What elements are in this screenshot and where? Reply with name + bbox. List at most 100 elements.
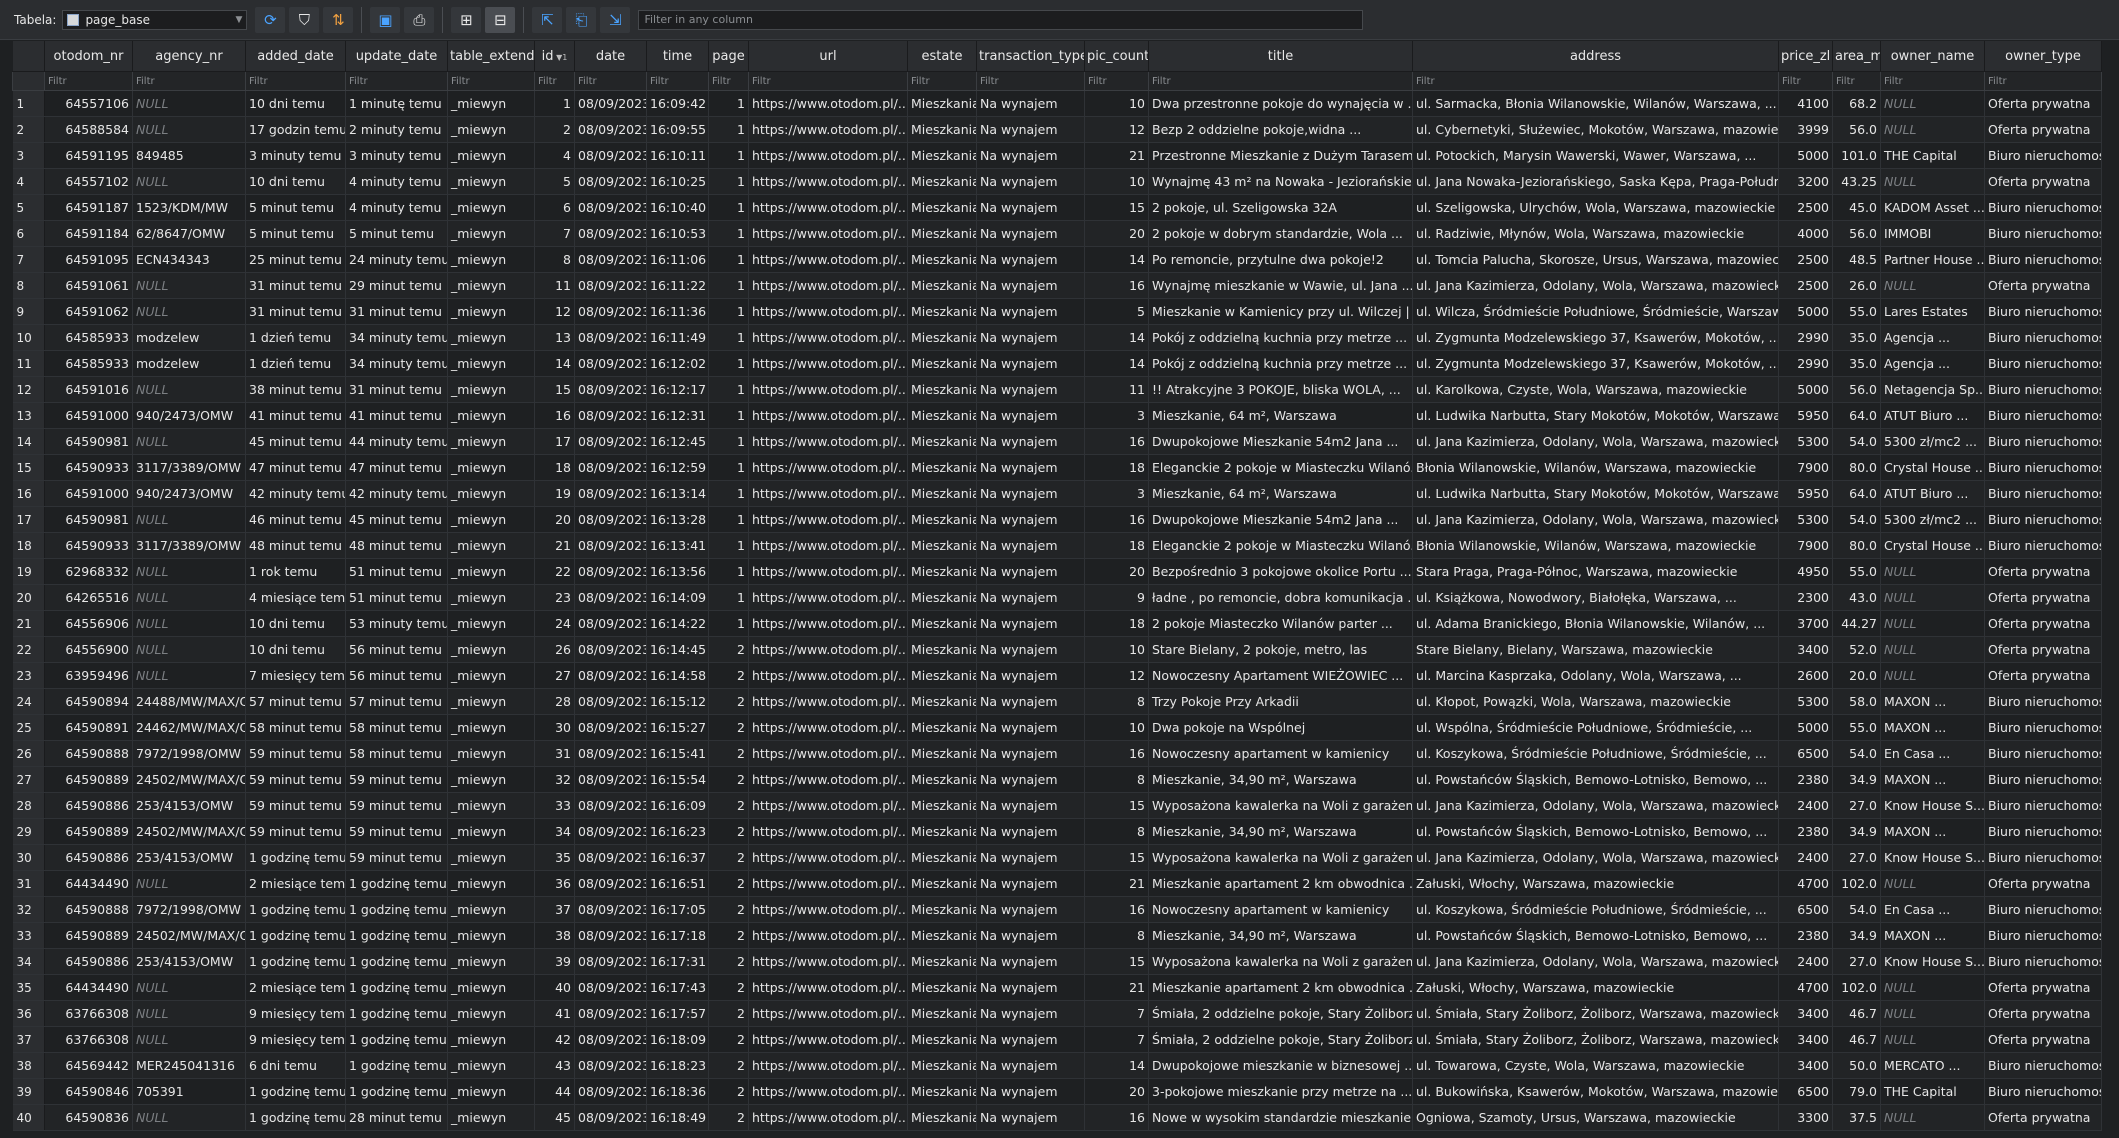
cell-otodom_nr[interactable]: 62968332 <box>44 558 133 585</box>
column-header-address[interactable]: address <box>1412 41 1779 72</box>
cell-transaction_type[interactable]: Na wynajem <box>976 584 1085 611</box>
cell-transaction_type[interactable]: Na wynajem <box>976 662 1085 689</box>
cell-address[interactable]: Ogniowa, Szamoty, Ursus, Warszawa, mazow… <box>1412 1104 1779 1131</box>
delete-record-icon[interactable]: ⊟ <box>485 6 516 33</box>
cell-title[interactable]: !! Atrakcyjne 3 POKOJE, bliska WOLA, ... <box>1148 376 1413 403</box>
cell-page[interactable]: 1 <box>708 376 749 403</box>
cell-estate[interactable]: Mieszkania <box>907 766 977 793</box>
cell-added_date[interactable]: 57 minut temu <box>245 688 346 715</box>
cell-id[interactable]: 15 <box>534 376 575 403</box>
cell-estate[interactable]: Mieszkania <box>907 324 977 351</box>
cell-pic_count[interactable]: 3 <box>1084 402 1149 429</box>
cell-date[interactable]: 08/09/2023 <box>574 870 647 897</box>
cell-page[interactable]: 2 <box>708 974 749 1001</box>
cell-price_zl[interactable]: 5000 <box>1778 376 1833 403</box>
cell-address[interactable]: ul. Koszykowa, Śródmieście Południowe, Ś… <box>1412 896 1779 923</box>
cell-owner_type[interactable]: Biuro nieruchomości <box>1984 740 2102 767</box>
column-header-time[interactable]: time <box>646 41 709 72</box>
cell-page[interactable]: 1 <box>708 194 749 221</box>
cell-table_extend[interactable]: _miewyn <box>447 428 535 455</box>
clear-sort-icon[interactable]: ⇅ <box>323 6 354 33</box>
cell-owner_type[interactable]: Oferta prywatna <box>1984 168 2102 195</box>
cell-price_zl[interactable]: 6500 <box>1778 1078 1833 1105</box>
cell-otodom_nr[interactable]: 63766308 <box>44 1026 133 1053</box>
cell-area_m2[interactable]: 56.0 <box>1832 116 1881 143</box>
cell-id[interactable]: 31 <box>534 740 575 767</box>
cell-added_date[interactable]: 5 minut temu <box>245 220 346 247</box>
cell-time[interactable]: 16:12:59 <box>646 454 709 481</box>
cell-pic_count[interactable]: 14 <box>1084 246 1149 273</box>
cell-transaction_type[interactable]: Na wynajem <box>976 1026 1085 1053</box>
cell-id[interactable]: 5 <box>534 168 575 195</box>
cell-agency_nr[interactable]: 940/2473/OMW <box>132 402 246 429</box>
cell-estate[interactable]: Mieszkania <box>907 220 977 247</box>
cell-owner_name[interactable]: NULL <box>1880 584 1985 611</box>
cell-update_date[interactable]: 1 godzinę temu <box>345 1026 448 1053</box>
cell-price_zl[interactable]: 2500 <box>1778 272 1833 299</box>
table-row[interactable]: 12 64591016 NULL 38 minut temu 31 minut temu… <box>12 376 2102 403</box>
cell-date[interactable]: 08/09/2023 <box>574 818 647 845</box>
cell-owner_type[interactable]: Biuro nieruchomości <box>1984 402 2102 429</box>
goto-first-icon[interactable]: ⇱ <box>532 6 563 33</box>
cell-area_m2[interactable]: 54.0 <box>1832 428 1881 455</box>
cell-estate[interactable]: Mieszkania <box>907 168 977 195</box>
cell-transaction_type[interactable]: Na wynajem <box>976 688 1085 715</box>
table-row[interactable]: 33 64590889 24502/MW/MAX/O 1 godzinę temu 1 … <box>12 922 2102 949</box>
cell-otodom_nr[interactable]: 64591016 <box>44 376 133 403</box>
cell-owner_type[interactable]: Oferta prywatna <box>1984 610 2102 637</box>
cell-page[interactable]: 1 <box>708 142 749 169</box>
cell-agency_nr[interactable]: NULL <box>132 636 246 663</box>
cell-area_m2[interactable]: 102.0 <box>1832 870 1881 897</box>
cell-area_m2[interactable]: 54.0 <box>1832 740 1881 767</box>
cell-title[interactable]: Wynajmę 43 m² na Nowaka - Jeziorańskiego <box>1148 168 1413 195</box>
cell-agency_nr[interactable]: 7972/1998/OMW <box>132 740 246 767</box>
cell-price_zl[interactable]: 2400 <box>1778 844 1833 871</box>
cell-address[interactable]: ul. Potockich, Marysin Wawerski, Wawer, … <box>1412 142 1779 169</box>
cell-table_extend[interactable]: _miewyn <box>447 948 535 975</box>
cell-update_date[interactable]: 1 godzinę temu <box>345 1078 448 1105</box>
cell-title[interactable]: Przestronne Mieszkanie z Dużym Tarasem <box>1148 142 1413 169</box>
cell-area_m2[interactable]: 68.2 <box>1832 90 1881 117</box>
cell-update_date[interactable]: 41 minut temu <box>345 402 448 429</box>
cell-estate[interactable]: Mieszkania <box>907 272 977 299</box>
cell-otodom_nr[interactable]: 64585933 <box>44 350 133 377</box>
filter-input-area_m2[interactable]: Filtr <box>1832 71 1881 91</box>
column-header-update_date[interactable]: update_date <box>345 41 448 72</box>
cell-otodom_nr[interactable]: 63959496 <box>44 662 133 689</box>
cell-address[interactable]: ul. Radziwie, Młynów, Wola, Warszawa, ma… <box>1412 220 1779 247</box>
cell-agency_nr[interactable]: 253/4153/OMW <box>132 948 246 975</box>
cell-owner_name[interactable]: Agencja ... <box>1880 350 1985 377</box>
row-number[interactable]: 39 <box>12 1078 45 1105</box>
filter-input-time[interactable]: Filtr <box>646 71 709 91</box>
cell-title[interactable]: Nowoczesny apartament w kamienicy <box>1148 896 1413 923</box>
cell-update_date[interactable]: 34 minuty temu <box>345 324 448 351</box>
cell-url[interactable]: https://www.otodom.pl/... <box>748 740 908 767</box>
table-row[interactable]: 26 64590888 7972/1998/OMW 59 minut temu 58 m… <box>12 740 2102 767</box>
cell-update_date[interactable]: 58 minut temu <box>345 740 448 767</box>
cell-owner_type[interactable]: Biuro nieruchomości <box>1984 506 2102 533</box>
save-icon[interactable]: ▣ <box>370 6 401 33</box>
cell-transaction_type[interactable]: Na wynajem <box>976 766 1085 793</box>
filter-input-title[interactable]: Filtr <box>1148 71 1413 91</box>
table-select[interactable]: page_base ▼ <box>62 9 248 30</box>
cell-id[interactable]: 13 <box>534 324 575 351</box>
cell-table_extend[interactable]: _miewyn <box>447 324 535 351</box>
column-header-added_date[interactable]: added_date <box>245 41 346 72</box>
cell-url[interactable]: https://www.otodom.pl/... <box>748 610 908 637</box>
cell-table_extend[interactable]: _miewyn <box>447 844 535 871</box>
cell-owner_type[interactable]: Oferta prywatna <box>1984 558 2102 585</box>
cell-page[interactable]: 1 <box>708 584 749 611</box>
cell-pic_count[interactable]: 8 <box>1084 818 1149 845</box>
row-number[interactable]: 22 <box>12 636 45 663</box>
cell-date[interactable]: 08/09/2023 <box>574 220 647 247</box>
cell-agency_nr[interactable]: NULL <box>132 90 246 117</box>
cell-area_m2[interactable]: 35.0 <box>1832 350 1881 377</box>
filter-input-agency_nr[interactable]: Filtr <box>132 71 246 91</box>
cell-time[interactable]: 16:10:53 <box>646 220 709 247</box>
cell-update_date[interactable]: 47 minut temu <box>345 454 448 481</box>
cell-title[interactable]: Bezp 2 oddzielne pokoje,widna ... <box>1148 116 1413 143</box>
cell-added_date[interactable]: 1 godzinę temu <box>245 844 346 871</box>
cell-id[interactable]: 24 <box>534 610 575 637</box>
cell-update_date[interactable]: 28 minut temu <box>345 1104 448 1131</box>
cell-date[interactable]: 08/09/2023 <box>574 1104 647 1131</box>
